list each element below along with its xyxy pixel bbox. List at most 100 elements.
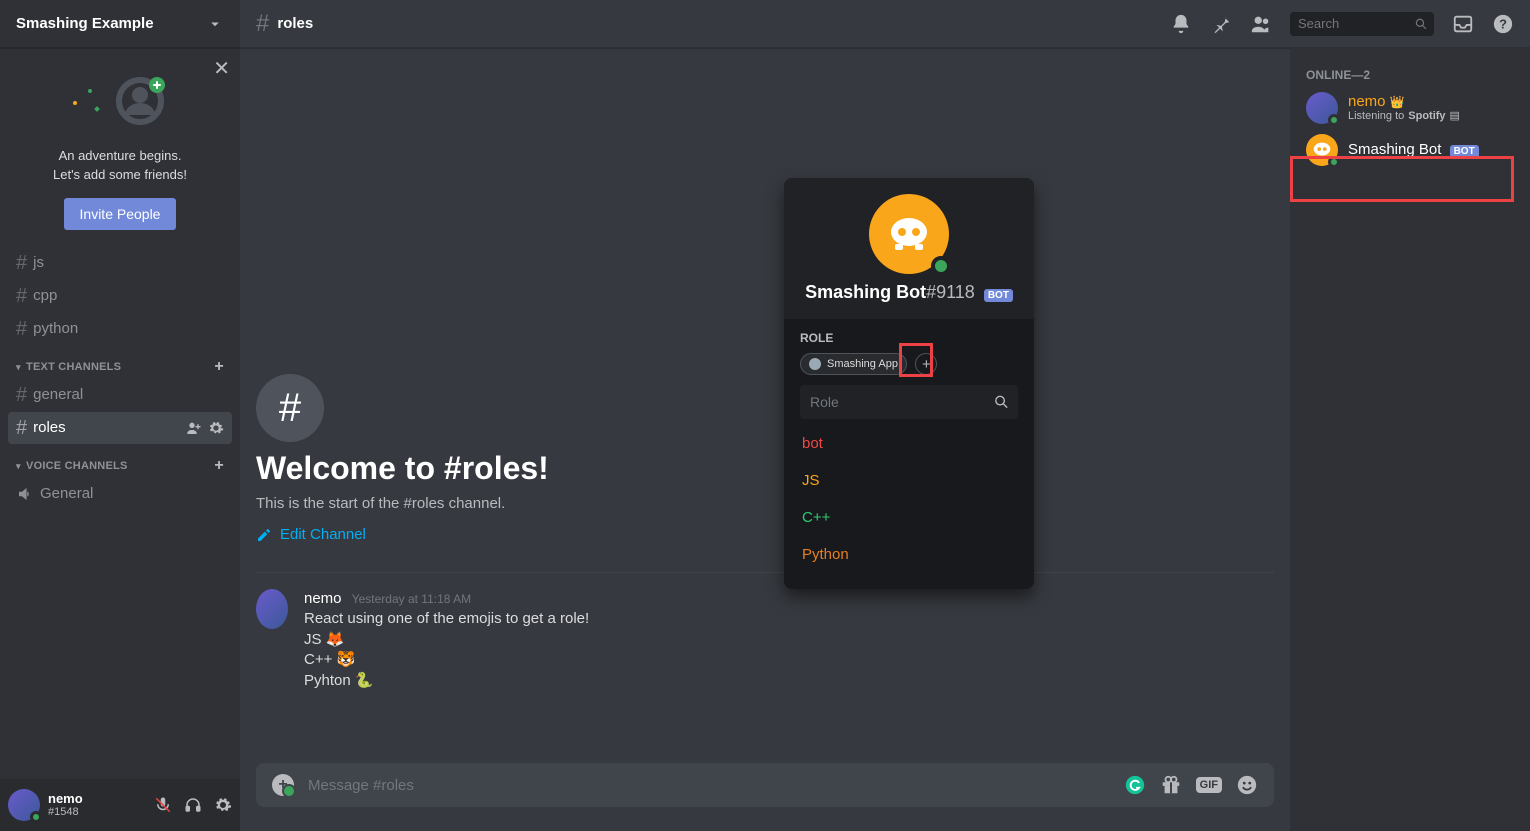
member-name: Smashing Bot BOT [1348, 141, 1479, 158]
search-box[interactable] [1290, 12, 1434, 36]
channel-python[interactable]: #python [8, 313, 232, 345]
voice-channel-general[interactable]: General [8, 478, 232, 510]
gear-icon[interactable] [214, 796, 232, 814]
channel-title: roles [277, 15, 313, 32]
gear-icon[interactable] [208, 420, 224, 436]
chevron-down-icon: ▾ [16, 461, 21, 471]
user-panel: nemo #1548 [0, 779, 240, 831]
gif-icon[interactable]: GIF [1196, 777, 1222, 793]
mute-icon[interactable] [154, 796, 172, 814]
members-icon[interactable] [1250, 13, 1272, 35]
server-header[interactable]: Smashing Example [0, 0, 240, 48]
current-user-name: nemo [48, 792, 83, 806]
user-profile-popup: Smashing Bot#9118 BOT ROLE Smashing App … [784, 178, 1034, 589]
avatar [869, 194, 949, 274]
category-text[interactable]: ▾ TEXT CHANNELS + [8, 346, 232, 378]
role-search[interactable] [800, 385, 1018, 419]
role-search-input[interactable] [808, 393, 993, 411]
avatar[interactable] [256, 589, 288, 629]
channel-cpp[interactable]: #cpp [8, 280, 232, 312]
role-option[interactable]: C++ [800, 499, 1018, 536]
popup-username: Smashing Bot#9118 BOT [800, 282, 1018, 303]
avatar [1306, 134, 1338, 166]
role-chip[interactable]: Smashing App [800, 353, 907, 375]
search-input[interactable] [1296, 15, 1414, 32]
hash-icon: # [256, 10, 269, 38]
deafen-icon[interactable] [184, 796, 202, 814]
channel-topbar: # roles ? [240, 0, 1530, 48]
channel-list: #js #cpp #python ▾ TEXT CHANNELS + #gene… [0, 246, 240, 779]
close-icon[interactable]: ✕ [213, 56, 230, 81]
message-line: JS 🦊 [304, 630, 589, 651]
invite-button[interactable]: Invite People [64, 198, 177, 230]
avatar [1306, 92, 1338, 124]
chat-area: # Welcome to #roles! This is the start o… [240, 48, 1290, 831]
hash-icon: # [16, 253, 27, 273]
channel-js[interactable]: #js [8, 247, 232, 279]
role-color-dot [809, 358, 821, 370]
server-name: Smashing Example [16, 15, 154, 32]
role-option[interactable]: Python [800, 536, 1018, 573]
invite-art [16, 68, 224, 138]
bot-badge: BOT [1450, 145, 1479, 158]
message-line: React using one of the emojis to get a r… [304, 609, 589, 630]
hash-icon: # [16, 418, 27, 438]
invite-line2: Let's add some friends! [16, 167, 224, 184]
message: nemo Yesterday at 11:18 AM React using o… [256, 581, 1274, 700]
hash-icon: # [16, 319, 27, 339]
member-list: ONLINE—2 nemo 👑 Listening to Spotify ▤ [1290, 48, 1530, 831]
member-item[interactable]: nemo 👑 Listening to Spotify ▤ [1298, 88, 1522, 128]
current-user-tag: #1548 [48, 806, 83, 818]
role-option[interactable]: bot [800, 425, 1018, 462]
channel-sidebar: Smashing Example ✕ An adventure be [0, 0, 240, 831]
member-item[interactable]: Smashing Bot BOT [1298, 130, 1522, 170]
search-icon [993, 393, 1010, 411]
grammarly-icon[interactable] [1124, 774, 1146, 796]
composer-placeholder[interactable]: Message #roles [308, 777, 1110, 794]
search-icon [1414, 16, 1428, 32]
divider [256, 572, 1274, 573]
hash-icon: # [16, 286, 27, 306]
svg-text:?: ? [1499, 16, 1507, 31]
edit-channel-link[interactable]: Edit Channel [256, 526, 366, 543]
pin-icon[interactable] [1210, 13, 1232, 35]
message-author[interactable]: nemo [304, 590, 342, 607]
gift-icon[interactable] [1160, 774, 1182, 796]
member-name: nemo 👑 [1348, 94, 1460, 111]
channel-general[interactable]: #general [8, 379, 232, 411]
status-indicator [30, 811, 42, 823]
bell-icon[interactable] [1170, 13, 1192, 35]
create-invite-icon[interactable] [186, 420, 202, 436]
emoji-icon[interactable] [1236, 774, 1258, 796]
message-composer[interactable]: + Message #roles GIF [256, 763, 1274, 807]
hash-icon: # [16, 385, 27, 405]
add-channel-icon[interactable]: + [214, 358, 224, 376]
main-area: # roles ? # Welcome to #roles! [240, 0, 1530, 831]
avatar[interactable] [8, 789, 40, 821]
status-indicator [1328, 114, 1340, 126]
bot-badge: BOT [984, 289, 1013, 302]
message-timestamp: Yesterday at 11:18 AM [352, 592, 471, 606]
member-activity: Listening to Spotify ▤ [1348, 110, 1460, 122]
attach-icon[interactable]: + [272, 774, 294, 796]
role-option[interactable]: JS [800, 462, 1018, 499]
welcome-subtitle: This is the start of the #roles channel. [256, 495, 1274, 512]
role-options: bot JS C++ Python [800, 425, 1018, 573]
add-channel-icon[interactable]: + [214, 457, 224, 475]
category-voice[interactable]: ▾ VOICE CHANNELS + [8, 445, 232, 477]
add-role-button[interactable]: + [915, 353, 937, 375]
pencil-icon [256, 527, 272, 543]
status-indicator [1328, 156, 1340, 168]
hash-icon: # [256, 374, 324, 442]
role-section-label: ROLE [800, 331, 1018, 345]
help-icon[interactable]: ? [1492, 13, 1514, 35]
welcome-title: Welcome to #roles! [256, 450, 1274, 487]
inbox-icon[interactable] [1452, 13, 1474, 35]
status-indicator [931, 256, 951, 276]
invite-line1: An adventure begins. [16, 148, 224, 165]
channel-roles[interactable]: # roles [8, 412, 232, 444]
chevron-down-icon: ▾ [16, 362, 21, 372]
crown-icon: 👑 [1390, 95, 1405, 109]
chevron-down-icon[interactable] [206, 15, 224, 33]
speaker-icon [16, 485, 34, 503]
